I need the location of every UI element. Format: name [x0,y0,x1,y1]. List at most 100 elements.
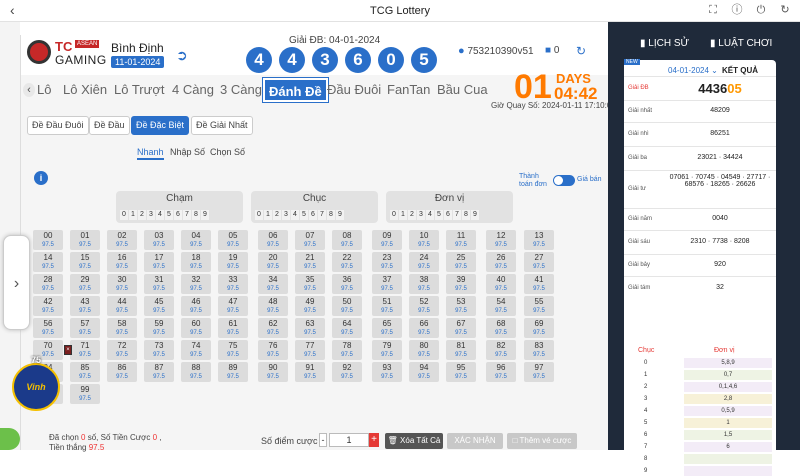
number-cell[interactable]: 32 97.5 [181,274,211,294]
number-cell[interactable]: 02 97.5 [107,230,137,250]
number-cell[interactable]: 46 97.5 [181,296,211,316]
number-cell[interactable]: 87 97.5 [144,362,174,382]
mode-chon-so[interactable]: Chọn Số [210,147,245,157]
subtab-de-dau-duoi[interactable]: Đề Đầu Đuôi [27,116,89,135]
number-cell[interactable]: 04 97.5 [181,230,211,250]
number-cell[interactable]: 17 97.5 [144,252,174,272]
number-cell[interactable]: 51 97.5 [372,296,402,316]
digit-button[interactable]: 6 [444,210,452,220]
digit-button[interactable]: 5 [435,210,443,220]
exit-icon[interactable]: ➲ [176,47,188,64]
tab-lo-truot[interactable]: Lô Trượt [114,78,164,102]
number-cell[interactable]: 52 97.5 [409,296,439,316]
number-cell[interactable]: 11 97.5 [446,230,476,250]
number-cell[interactable]: 85 97.5 [70,362,100,382]
digit-button[interactable]: 5 [165,210,173,220]
mode-nhap-so[interactable]: Nhập Số [170,147,205,157]
digit-button[interactable]: 0 [120,210,128,220]
number-cell[interactable]: 82 97.5 [486,340,516,360]
number-cell[interactable]: 37 97.5 [372,274,402,294]
number-cell[interactable]: 94 97.5 [409,362,439,382]
number-cell[interactable]: 65 97.5 [372,318,402,338]
number-cell[interactable]: 12 97.5 [486,230,516,250]
digit-button[interactable]: 9 [201,210,209,220]
number-cell[interactable]: 53 97.5 [446,296,476,316]
number-cell[interactable]: 78 97.5 [332,340,362,360]
number-cell[interactable]: 35 97.5 [295,274,325,294]
number-cell[interactable]: 44 97.5 [107,296,137,316]
add-to-bet-button[interactable]: □ Thêm vé cược [507,433,577,449]
fullscreen-icon[interactable]: ⛶ [707,4,719,16]
number-cell[interactable]: 33 97.5 [218,274,248,294]
digit-button[interactable]: 2 [273,210,281,220]
number-cell[interactable]: 43 97.5 [70,296,100,316]
digit-button[interactable]: 4 [291,210,299,220]
province-name[interactable]: Bình Định [111,41,164,55]
number-cell[interactable]: 21 97.5 [295,252,325,272]
number-cell[interactable]: 40 97.5 [486,274,516,294]
number-cell[interactable]: 06 97.5 [258,230,288,250]
number-cell[interactable]: 09 97.5 [372,230,402,250]
digit-button[interactable]: 1 [399,210,407,220]
number-cell[interactable]: 55 97.5 [524,296,554,316]
number-cell[interactable]: 29 97.5 [70,274,100,294]
number-cell[interactable]: 90 97.5 [258,362,288,382]
number-cell[interactable]: 81 97.5 [446,340,476,360]
number-cell[interactable]: 10 97.5 [409,230,439,250]
number-cell[interactable]: 50 97.5 [332,296,362,316]
number-cell[interactable]: 74 97.5 [181,340,211,360]
digit-button[interactable]: 1 [264,210,272,220]
digit-button[interactable]: 0 [390,210,398,220]
tab-4-cang[interactable]: 4 Càng [172,78,214,102]
number-cell[interactable]: 60 97.5 [181,318,211,338]
tab-bau-cua[interactable]: Bầu Cua [437,78,488,102]
number-cell[interactable]: 56 97.5 [33,318,63,338]
digit-button[interactable]: 6 [174,210,182,220]
number-cell[interactable]: 42 97.5 [33,296,63,316]
result-date-select[interactable]: 04-01-2024 ⌄ [668,66,718,75]
number-cell[interactable]: 23 97.5 [372,252,402,272]
number-cell[interactable]: 91 97.5 [295,362,325,382]
tab-3-cang[interactable]: 3 Càng [220,78,262,102]
number-cell[interactable]: 95 97.5 [446,362,476,382]
number-cell[interactable]: 36 97.5 [332,274,362,294]
number-cell[interactable]: 48 97.5 [258,296,288,316]
digit-button[interactable]: 8 [192,210,200,220]
refresh-icon[interactable]: ↻ [576,44,586,58]
rules-link[interactable]: ▮ LUẬT CHƠI [710,38,772,49]
info-icon[interactable]: ⓘ [731,4,743,16]
number-cell[interactable]: 92 97.5 [332,362,362,382]
number-cell[interactable]: 71 97.5 [70,340,100,360]
number-cell[interactable]: 39 97.5 [446,274,476,294]
digit-button[interactable]: 9 [336,210,344,220]
info-icon[interactable]: i [34,171,48,185]
number-cell[interactable]: 27 97.5 [524,252,554,272]
number-cell[interactable]: 01 97.5 [70,230,100,250]
number-cell[interactable]: 89 97.5 [218,362,248,382]
number-cell[interactable]: 57 97.5 [70,318,100,338]
number-cell[interactable]: 15 97.5 [70,252,100,272]
history-link[interactable]: ▮ LỊCH SỬ [640,38,689,49]
number-cell[interactable]: 64 97.5 [332,318,362,338]
number-cell[interactable]: 22 97.5 [332,252,362,272]
number-cell[interactable]: 63 97.5 [295,318,325,338]
tab-lo-xien[interactable]: Lô Xiên [63,78,107,102]
number-cell[interactable]: 68 97.5 [486,318,516,338]
clear-all-button[interactable]: 🗑 Xóa Tất Cả [385,433,443,449]
number-cell[interactable]: 13 97.5 [524,230,554,250]
number-cell[interactable]: 41 97.5 [524,274,554,294]
number-cell[interactable]: 83 97.5 [524,340,554,360]
number-cell[interactable]: 77 97.5 [295,340,325,360]
tabs-left-arrow-icon[interactable]: ‹ [23,83,35,97]
qty-minus-button[interactable]: - [319,433,327,447]
digit-button[interactable]: 0 [255,210,263,220]
digit-button[interactable]: 4 [426,210,434,220]
number-cell[interactable]: 73 97.5 [144,340,174,360]
digit-button[interactable]: 8 [327,210,335,220]
number-cell[interactable]: 16 97.5 [107,252,137,272]
digit-button[interactable]: 8 [462,210,470,220]
number-cell[interactable]: 86 97.5 [107,362,137,382]
number-cell[interactable]: 99 97.5 [70,384,100,404]
digit-button[interactable]: 1 [129,210,137,220]
number-cell[interactable]: 54 97.5 [486,296,516,316]
